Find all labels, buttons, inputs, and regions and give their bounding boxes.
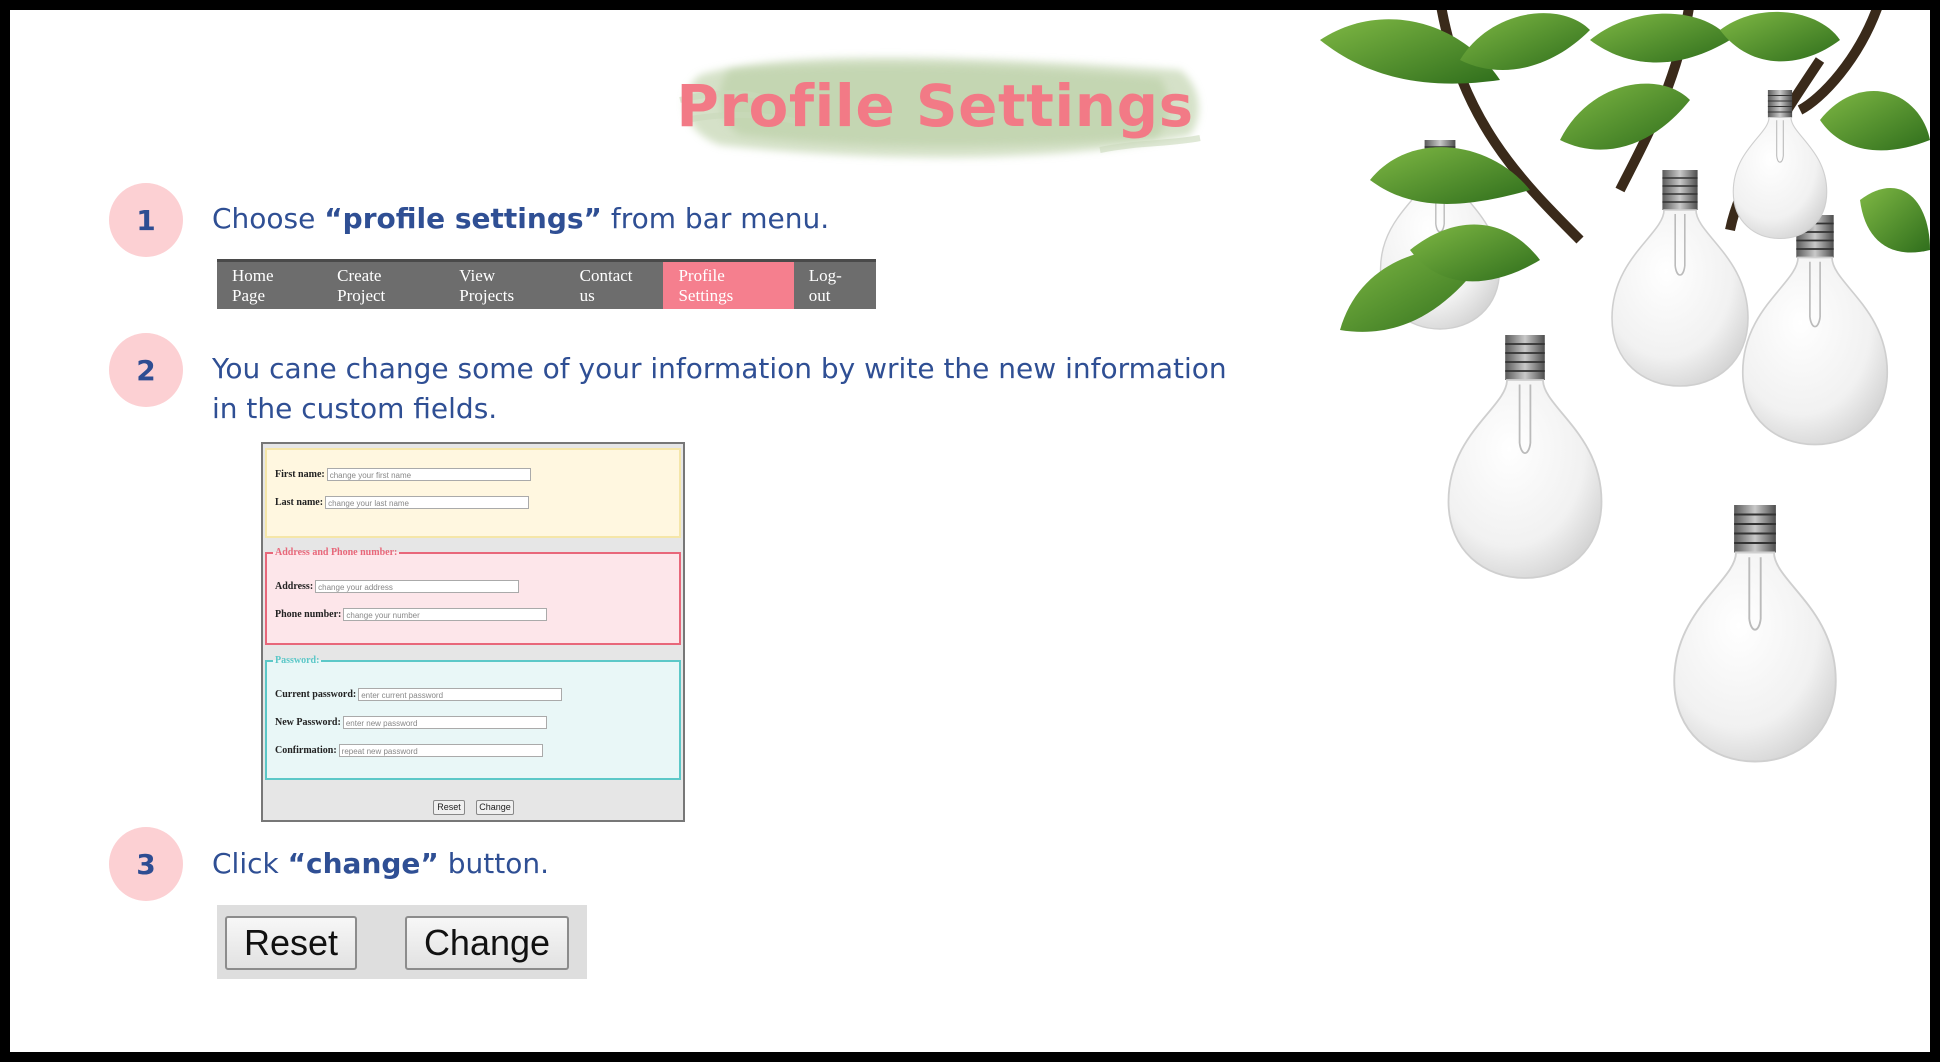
reset-button[interactable]: Reset — [225, 916, 357, 970]
form-reset-button[interactable]: Reset — [433, 800, 465, 815]
button-panel: Reset Change — [217, 905, 587, 979]
step-2-badge: 2 — [109, 333, 183, 407]
step-2-text: You cane change some of your information… — [212, 349, 1227, 429]
step-1-post: from bar menu. — [601, 202, 830, 235]
last-name-label: Last name: — [275, 497, 324, 508]
first-name-input[interactable]: change your first name — [326, 468, 531, 481]
phone-row: Phone number: change your number — [275, 608, 548, 621]
first-name-label: First name: — [275, 469, 325, 480]
step-3-badge: 3 — [109, 827, 183, 901]
menu-item-home-page[interactable]: Home Page — [217, 262, 322, 309]
phone-input[interactable]: change your number — [343, 608, 548, 621]
slide: Profile Settings 1 Choose “profile setti… — [10, 10, 1930, 1052]
confirmation-row: Confirmation: repeat new password — [275, 744, 543, 757]
step-3-text: Click “change” button. — [212, 844, 549, 884]
profile-form-screenshot: First name: change your first name Last … — [261, 442, 685, 822]
lightbulbs-with-leaves-image — [1320, 10, 1930, 763]
first-name-row: First name: change your first name — [275, 468, 531, 481]
current-password-label: Current password: — [275, 689, 357, 700]
last-name-input[interactable]: change your last name — [325, 496, 530, 509]
page-title: Profile Settings — [676, 72, 1194, 140]
menu-item-create-project[interactable]: Create Project — [322, 262, 444, 309]
step-3-pre: Click — [212, 847, 288, 880]
address-label: Address: — [275, 581, 314, 592]
new-password-row: New Password: enter new password — [275, 716, 547, 729]
menu-item-profile-settings[interactable]: Profile Settings — [663, 262, 794, 309]
current-password-row: Current password: enter current password — [275, 688, 563, 701]
change-button[interactable]: Change — [405, 916, 569, 970]
phone-label: Phone number: — [275, 609, 342, 620]
confirmation-input[interactable]: repeat new password — [338, 744, 543, 757]
password-fieldset: Password: Current password: enter curren… — [265, 655, 681, 780]
new-password-input[interactable]: enter new password — [342, 716, 547, 729]
last-name-row: Last name: change your last name — [275, 496, 530, 509]
step-2-line-1: You cane change some of your information… — [212, 352, 1227, 385]
password-legend: Password: — [275, 655, 320, 666]
step-1-badge: 1 — [109, 183, 183, 257]
form-change-button[interactable]: Change — [476, 800, 514, 815]
address-input[interactable]: change your address — [315, 580, 520, 593]
confirmation-label: Confirmation: — [275, 745, 337, 756]
step-3-post: button. — [438, 847, 549, 880]
menu-item-log-out[interactable]: Log-out — [794, 262, 876, 309]
menu-item-view-projects[interactable]: View Projects — [444, 262, 564, 309]
step-1-bold: “profile settings” — [324, 202, 602, 235]
step-3-bold: “change” — [287, 847, 439, 880]
name-fieldset: First name: change your first name Last … — [265, 448, 681, 538]
menu-item-contact-us[interactable]: Contact us — [565, 262, 664, 309]
address-fieldset: Address and Phone number: Address: chang… — [265, 547, 681, 645]
step-1-text: Choose “profile settings” from bar menu. — [212, 199, 829, 239]
new-password-label: New Password: — [275, 717, 341, 728]
current-password-input[interactable]: enter current password — [358, 688, 563, 701]
address-row: Address: change your address — [275, 580, 520, 593]
navigation-bar: Home Page Create Project View Projects C… — [217, 259, 876, 309]
step-2-line-2: in the custom fields. — [212, 392, 498, 425]
address-legend: Address and Phone number: — [275, 547, 398, 558]
step-1-pre: Choose — [212, 202, 325, 235]
